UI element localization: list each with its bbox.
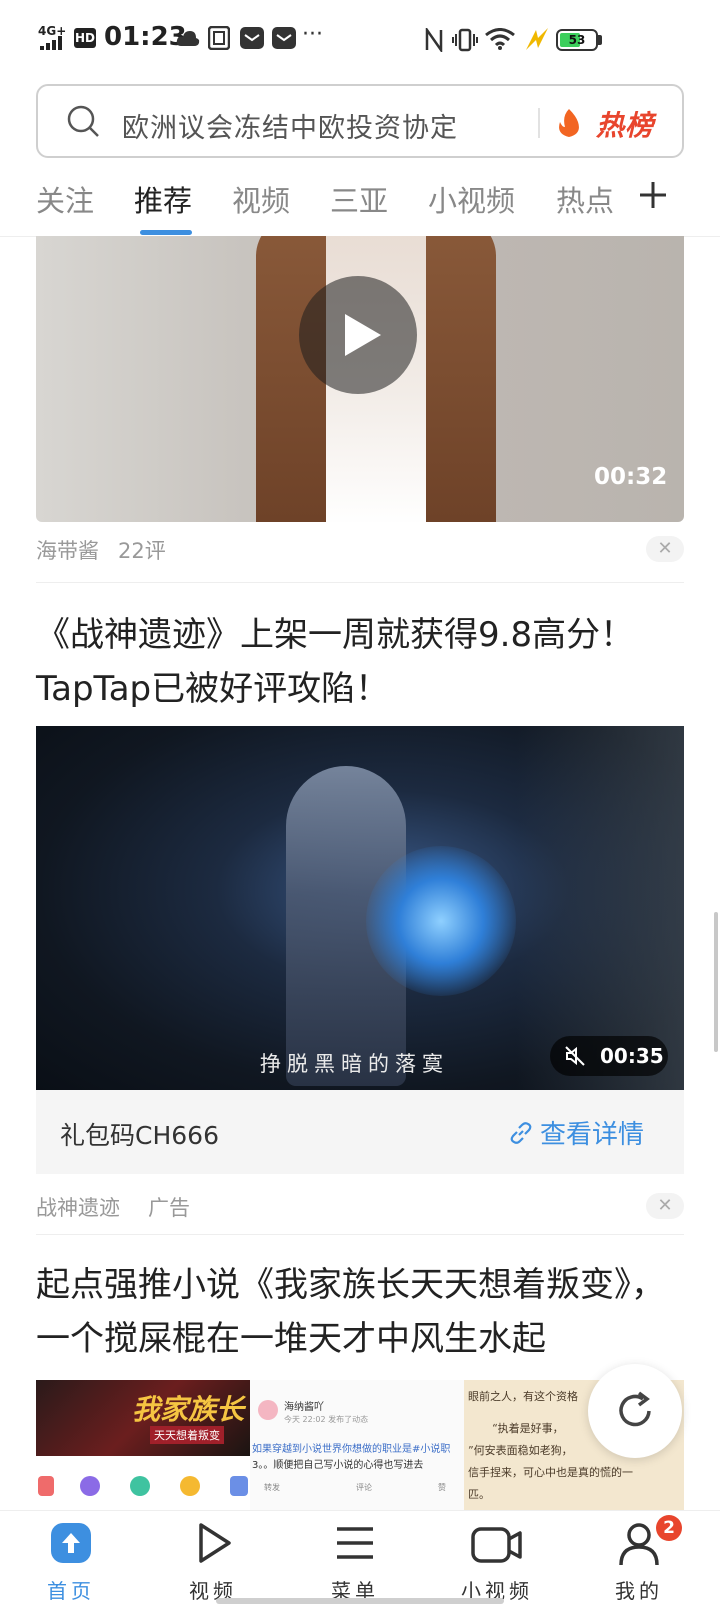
- item3-title-line2: 一个搅屎棍在一堆天才中风生水起: [36, 1319, 546, 1359]
- article-thumbnails[interactable]: 我家族长 天天想着叛变 海纳酱吖 今天 22:02 发布了动态 如果穿越到小说世…: [36, 1380, 684, 1510]
- message-icon-2: [272, 27, 296, 49]
- thumb1-subtitle: 天天想着叛变: [150, 1426, 224, 1444]
- video-hair-right: [426, 236, 496, 522]
- dismiss-button-2[interactable]: ✕: [646, 1193, 684, 1219]
- hot-list-button[interactable]: 热榜: [596, 104, 654, 144]
- message-icon: [240, 27, 264, 49]
- tab-follow[interactable]: 关注: [36, 178, 94, 220]
- search-divider: [538, 108, 540, 138]
- search-icon: [67, 105, 99, 137]
- wifi-icon: [485, 28, 515, 50]
- active-tab-indicator: [140, 230, 192, 235]
- hd-icon: HD: [74, 28, 96, 48]
- thumb2-action-comment: 评论: [356, 1483, 372, 1492]
- bottom-navigation: 首页 视频 菜单 小视频 2 我的: [0, 1510, 720, 1606]
- tab-recommend[interactable]: 推荐: [134, 178, 192, 220]
- status-bar: 4G+ HD 01:23 ··· 53: [0, 0, 720, 80]
- nav-home[interactable]: 首页: [16, 1511, 126, 1606]
- ad-label: 广告: [148, 1196, 190, 1220]
- thumbnail-2: 海纳酱吖 今天 22:02 发布了动态 如果穿越到小说世界你想做的职业是#小说职…: [250, 1380, 464, 1510]
- thumb2-line2: 3。。顺便把自己写小说的心得也写进去: [252, 1460, 424, 1471]
- thumb1-banner: 我家族长 天天想着叛变: [36, 1380, 250, 1456]
- thumb3-line1: 眼前之人，有这个资格: [468, 1390, 578, 1403]
- category-tabs: 关注 推荐 视频 三亚 小视频 热点: [0, 160, 720, 237]
- gesture-home-bar[interactable]: [216, 1598, 504, 1604]
- item2-title-line1: 《战神遗迹》上架一周就获得9.8高分！: [36, 615, 635, 655]
- feed-divider-2: [36, 1234, 684, 1235]
- item2-title-line2: TapTap已被好评攻陷！: [36, 669, 390, 709]
- video-duration: 00:32: [594, 464, 668, 490]
- thumbnail-1: 我家族长 天天想着叛变: [36, 1380, 250, 1510]
- charging-icon: [526, 28, 548, 50]
- home-icon: [51, 1523, 91, 1563]
- dismiss-button-1[interactable]: ✕: [646, 536, 684, 562]
- video-subtitle: 挣脱黑暗的落寞: [260, 1052, 449, 1076]
- item1-source[interactable]: 海带酱: [36, 535, 99, 565]
- thumb2-action-like: 赞: [438, 1483, 446, 1492]
- user-icon: [619, 1523, 659, 1566]
- nav-profile[interactable]: 2 我的: [584, 1511, 694, 1606]
- nav-menu[interactable]: 菜单: [300, 1511, 410, 1606]
- item2-source[interactable]: 战神遗迹: [36, 1192, 120, 1222]
- thumb1-title: 我家族长: [132, 1393, 245, 1426]
- item3-title-line1: 起点强推小说《我家族长天天想着叛变》，: [36, 1265, 665, 1305]
- item1-comment-count: 22评: [118, 539, 166, 563]
- video-thumbnail-1[interactable]: 00:32: [36, 236, 684, 522]
- tab-video[interactable]: 视频: [232, 178, 290, 220]
- thumb2-user: 海纳酱吖: [284, 1402, 324, 1413]
- link-icon: [510, 1122, 532, 1144]
- play-button[interactable]: [299, 276, 417, 394]
- more-notifications-icon: ···: [302, 22, 323, 47]
- tab-hot[interactable]: 热点: [556, 178, 614, 220]
- nav-short-video[interactable]: 小视频: [442, 1511, 552, 1606]
- item2-title[interactable]: 《战神遗迹》上架一周就获得9.8高分！ TapTap已被好评攻陷！: [36, 608, 686, 716]
- thumb2-avatar: [258, 1400, 278, 1420]
- thumb2-line1: 如果穿越到小说世界你想做的职业是#小说职: [252, 1444, 451, 1455]
- video-blue-energy: [366, 846, 516, 996]
- item3-title[interactable]: 起点强推小说《我家族长天天想着叛变》， 一个搅屎棍在一堆天才中风生水起: [36, 1258, 686, 1366]
- ad-gift-bar[interactable]: 礼包码CH666 查看详情: [36, 1090, 684, 1174]
- play-icon: [199, 1523, 231, 1563]
- refresh-icon: [619, 1391, 651, 1427]
- status-time: 01:23: [104, 22, 187, 52]
- refresh-button[interactable]: [588, 1364, 682, 1458]
- search-query-text[interactable]: 欧洲议会冻结中欧投资协定: [122, 106, 458, 145]
- thumb3-line4: 信手捏来，可心中也是真的慌的一: [468, 1466, 633, 1479]
- nav-profile-label: 我的: [615, 1579, 663, 1603]
- thumb3-line5: 匹。: [468, 1488, 490, 1501]
- battery-tip: [598, 35, 602, 45]
- notification-badge: 2: [656, 1515, 682, 1541]
- view-details-link[interactable]: 查看详情: [540, 1114, 644, 1151]
- search-bar[interactable]: 欧洲议会冻结中欧投资协定 热榜: [36, 84, 684, 158]
- thumb3-line3: ”何安表面稳如老狗，: [468, 1444, 573, 1457]
- add-tab-icon[interactable]: [638, 180, 668, 210]
- thumb2-action-share: 转发: [264, 1483, 280, 1492]
- nav-home-label: 首页: [47, 1579, 95, 1603]
- tab-sanya[interactable]: 三亚: [330, 178, 388, 220]
- battery-level: 53: [568, 33, 586, 47]
- flame-icon: [559, 109, 579, 137]
- nav-video[interactable]: 视频: [158, 1511, 268, 1606]
- thumb3-line2: “执着是好事，: [492, 1422, 564, 1435]
- feed-divider: [36, 582, 684, 583]
- tab-short-video[interactable]: 小视频: [428, 178, 515, 220]
- sim-card-icon: [208, 26, 230, 50]
- gift-code-text: 礼包码CH666: [60, 1121, 219, 1150]
- cloud-icon: [176, 31, 200, 46]
- signal-icon: [40, 36, 62, 50]
- mute-icon: [565, 1046, 585, 1066]
- thumb1-app-icons: [36, 1472, 250, 1502]
- thumb2-time: 今天 22:02 发布了动态: [284, 1415, 369, 1424]
- nfc-icon: [425, 28, 443, 52]
- video-duration-2: 00:35: [600, 1044, 664, 1068]
- video-thumbnail-2[interactable]: 挣脱黑暗的落寞 00:35: [36, 726, 684, 1090]
- vibrate-icon: [452, 28, 478, 52]
- duration-pill[interactable]: 00:35: [550, 1036, 668, 1076]
- menu-icon: [337, 1527, 373, 1559]
- scrollbar[interactable]: [714, 912, 718, 1052]
- camera-icon: [471, 1527, 522, 1563]
- battery-icon: 53: [556, 29, 598, 51]
